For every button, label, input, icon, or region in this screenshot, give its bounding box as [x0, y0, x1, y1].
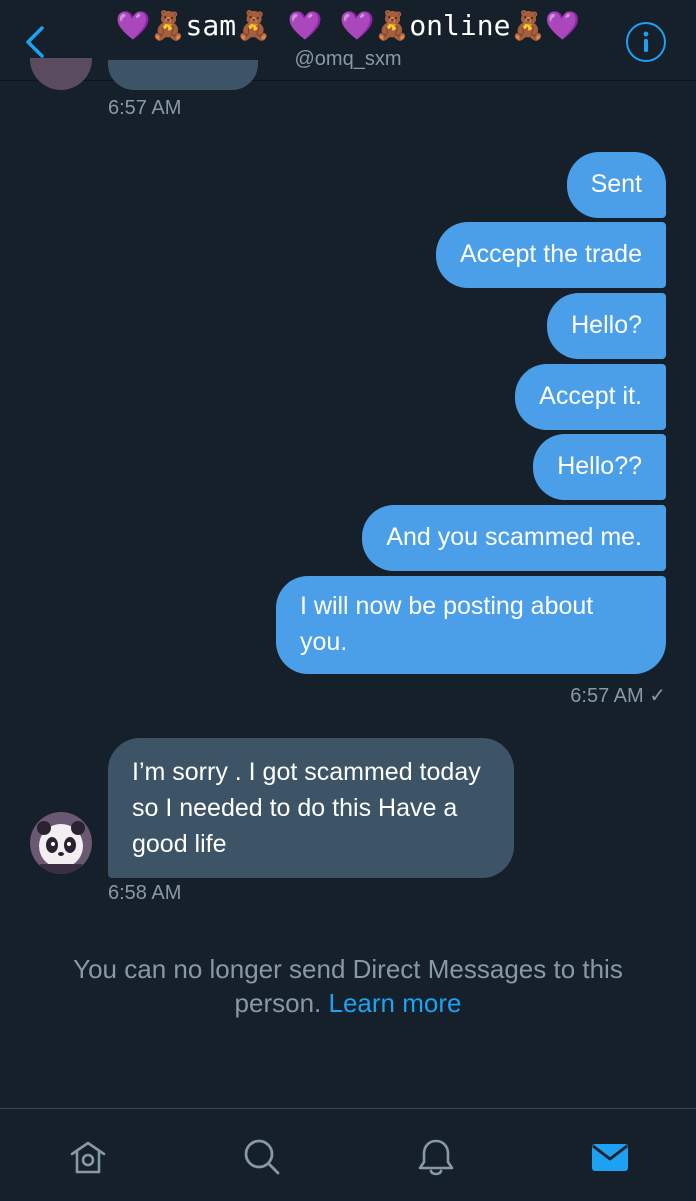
message-timestamp: 6:57 AM: [108, 97, 182, 119]
avatar-partial: [30, 58, 92, 90]
heart-emoji: 💜: [545, 9, 581, 42]
sent-message[interactable]: I will now be posting about you.: [276, 576, 666, 674]
sent-message[interactable]: Accept the trade: [435, 222, 666, 288]
sent-message[interactable]: Hello?: [547, 293, 666, 359]
tab-notifications[interactable]: [412, 1133, 460, 1181]
sent-message[interactable]: Accept it.: [515, 364, 666, 430]
bear-emoji: 🧸: [236, 9, 271, 42]
heart-emoji: 💜: [339, 9, 375, 42]
bear-emoji: 🧸: [150, 9, 186, 42]
avatar[interactable]: [30, 812, 92, 874]
sent-message[interactable]: And you scammed me.: [362, 505, 666, 571]
home-icon: [70, 1141, 106, 1174]
conversation-title: 💜🧸sam🧸 💜 💜🧸online🧸💜: [90, 4, 606, 48]
learn-more-link[interactable]: Learn more: [329, 988, 462, 1018]
received-message[interactable]: I’m sorry . I got scammed today so I nee…: [108, 738, 514, 878]
search-icon: [244, 1139, 280, 1175]
heart-emoji: 💜: [115, 9, 151, 42]
sent-message[interactable]: Hello??: [533, 434, 666, 500]
notifications-icon: [418, 1139, 454, 1176]
heart-emoji: 💜: [287, 9, 323, 42]
sent-message[interactable]: Sent: [566, 152, 666, 218]
tab-home[interactable]: [64, 1133, 112, 1181]
conversation-header: 💜🧸sam🧸 💜 💜🧸online🧸💜 @omq_sxm: [0, 0, 696, 81]
bear-emoji: 🧸: [374, 9, 410, 42]
received-timestamp: 6:58 AM: [108, 882, 182, 904]
tab-search[interactable]: [238, 1133, 286, 1181]
bear-emoji: 🧸: [510, 9, 546, 42]
messages-icon: [592, 1144, 628, 1171]
title-name: sam: [185, 9, 237, 42]
dm-disabled-notice: You can no longer send Direct Messages t…: [30, 952, 666, 1020]
title-status: online: [409, 9, 511, 42]
tab-messages[interactable]: [586, 1133, 634, 1181]
info-icon: [643, 31, 649, 52]
bottom-tab-bar: [0, 1108, 696, 1201]
info-button[interactable]: [626, 22, 666, 62]
panda-avatar-icon: [30, 812, 92, 874]
sent-timestamp: 6:57 AM ✓: [570, 685, 666, 707]
received-bubble-partial: [108, 60, 258, 90]
